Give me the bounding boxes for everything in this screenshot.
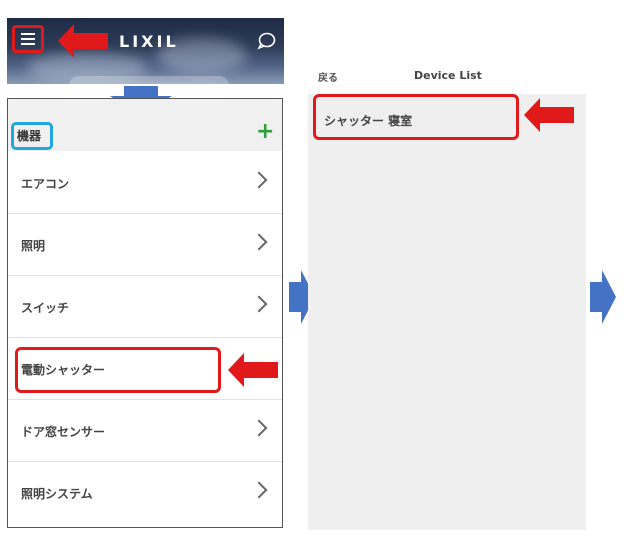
list-item-label: スイッチ: [21, 301, 70, 315]
chevron-right-icon: [250, 295, 268, 313]
chevron-right-icon: [250, 481, 268, 499]
page-title: Device List: [414, 69, 482, 82]
list-item-label: ドア窓センサー: [21, 425, 106, 439]
list-item[interactable]: ドア窓センサー: [8, 400, 282, 462]
section-header: 機器 +: [8, 99, 282, 151]
lixil-logo: LIXIL: [119, 32, 179, 51]
device-list-item[interactable]: シャッター 寝室: [313, 94, 519, 140]
chat-icon[interactable]: [256, 32, 276, 50]
chevron-right-icon: [250, 171, 268, 189]
blue-arrow-right-icon: [590, 270, 616, 324]
back-button[interactable]: 戻る: [318, 69, 338, 84]
device-category-panel: 機器 + エアコン 照明 スイッチ 電動シャッター ドア窓センサー 照明システム: [7, 98, 283, 528]
red-arrow-left-icon: [524, 98, 574, 132]
list-item[interactable]: スイッチ: [8, 276, 282, 338]
add-icon[interactable]: +: [256, 121, 274, 143]
chevron-right-icon: [250, 419, 268, 437]
highlight-box: [15, 347, 221, 393]
list-item-label: エアコン: [21, 177, 70, 191]
list-item[interactable]: 照明: [8, 214, 282, 276]
list-item[interactable]: エアコン: [8, 152, 282, 214]
red-arrow-left-icon: [228, 353, 278, 387]
chevron-right-icon: [250, 233, 268, 251]
red-arrow-left-icon: [58, 24, 108, 58]
list-item-label: 照明システム: [21, 487, 93, 501]
list-item[interactable]: 照明システム: [8, 462, 282, 524]
section-label: 機器: [11, 122, 53, 150]
device-list-body: シャッター 寝室: [308, 94, 586, 530]
app-header: LIXIL: [7, 18, 284, 84]
device-list-header: 戻る Device List: [308, 60, 586, 94]
header-search-pill: [69, 76, 229, 84]
hamburger-menu-icon[interactable]: [12, 25, 44, 53]
list-item-label: 照明: [21, 239, 46, 253]
